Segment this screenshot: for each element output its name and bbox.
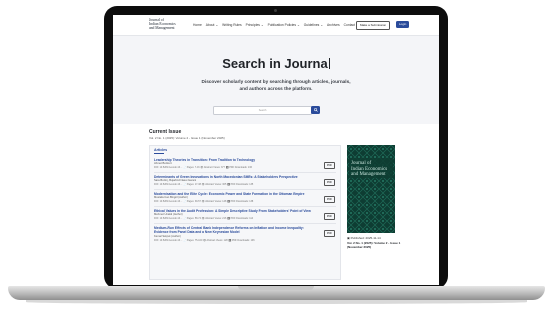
volume-link[interactable]: Vol. 2 No. 1 (2025): Volume 2 - Issue 1 … — [347, 241, 407, 250]
hero-title: Search in Journa — [222, 56, 330, 71]
menu-item-guidelines[interactable]: Guidelines ⌄ — [304, 23, 323, 27]
article-meta: DOI: 10.5281/zenodo.16… 📄 Pages: 58-74 👁… — [154, 217, 254, 221]
cover-info: ▣ Published: 2025-11-14 Vol. 2 No. 1 (20… — [347, 236, 407, 250]
menu-item-publication-policies[interactable]: Publication Policies ⌄ — [268, 23, 300, 27]
search-button[interactable] — [311, 106, 320, 114]
make-submission-button[interactable]: Make a Submission — [356, 21, 391, 30]
hero-subtitle: Discover scholarly content by searching … — [201, 79, 351, 91]
laptop-notch — [238, 286, 314, 290]
divider — [154, 223, 336, 224]
divider — [154, 189, 336, 190]
issue-cover-image[interactable]: Journal of Indian Economics and Manageme… — [347, 145, 395, 233]
camera-icon — [274, 9, 277, 12]
pdf-button[interactable]: PDF — [324, 196, 335, 203]
articles-label: Articles — [154, 148, 168, 152]
divider — [154, 206, 336, 207]
search-icon — [313, 108, 318, 112]
laptop-shadow — [26, 300, 527, 304]
menu-item-contact[interactable]: Contact — [344, 23, 355, 27]
current-issue-heading: Current Issue — [149, 129, 182, 135]
cover-pattern — [347, 145, 395, 233]
article-item: Modernisation and the Elite Cycle: Econo… — [154, 192, 336, 204]
screen: Journal of Indian Economics and Manageme… — [113, 15, 439, 285]
menu-item-archives[interactable]: Archives — [327, 23, 340, 27]
article-item: Medium-Run Effects of Central Bank Indep… — [154, 226, 336, 242]
menu-item-writing-rules[interactable]: Writing Rules — [222, 23, 242, 27]
article-meta: DOI: 10.5281/zenodo.16… 📄 Pages: 17-38 👁… — [154, 183, 254, 187]
text-cursor — [328, 58, 330, 69]
current-issue-subheading: Vol. 2 No. 1 (2025): Volume 2 - Issue 1 … — [149, 136, 225, 140]
article-meta: DOI: 10.5281/zenodo.16… 📄 Pages: 7-16 👁 … — [154, 166, 252, 170]
articles-underline — [154, 153, 164, 154]
pdf-button[interactable]: PDF — [324, 230, 335, 237]
menu-item-about[interactable]: About ⌄ — [206, 23, 218, 27]
divider — [154, 172, 336, 173]
article-meta: DOI: 10.5281/zenodo.16… 📄 Pages: 75-100 … — [154, 238, 255, 242]
article-item: Ethical Values in the Audit Profession: … — [154, 209, 336, 221]
search-input[interactable]: Search — [213, 106, 312, 115]
login-button[interactable]: Login — [396, 21, 410, 28]
site-header: Journal of Indian Economics and Manageme… — [113, 15, 439, 36]
article-item: Leadership Theories in Transition: From … — [154, 158, 336, 170]
articles-panel: Articles Leadership Theories in Transiti… — [149, 145, 341, 280]
pdf-button[interactable]: PDF — [324, 213, 335, 220]
article-meta: DOI: 10.5281/zenodo.16… 📄 Pages: 39-57 👁… — [154, 200, 254, 204]
pdf-button[interactable]: PDF — [324, 162, 335, 169]
menu-item-home[interactable]: Home — [193, 23, 202, 27]
cover-title: Journal of Indian Economics and Manageme… — [351, 161, 388, 177]
main-menu: Home About ⌄ Writing Rules Principles ⌄ … — [193, 23, 355, 27]
journal-logo[interactable]: Journal of Indian Economics and Manageme… — [149, 18, 176, 30]
article-item: Determinants of Green Innovations in Nor… — [154, 175, 336, 187]
menu-item-principles[interactable]: Principles ⌄ — [246, 23, 264, 27]
article-title[interactable]: Medium-Run Effects of Central Bank Indep… — [154, 226, 314, 235]
search-hero: Search in Journa Discover scholarly cont… — [113, 36, 439, 124]
pdf-button[interactable]: PDF — [324, 179, 335, 186]
